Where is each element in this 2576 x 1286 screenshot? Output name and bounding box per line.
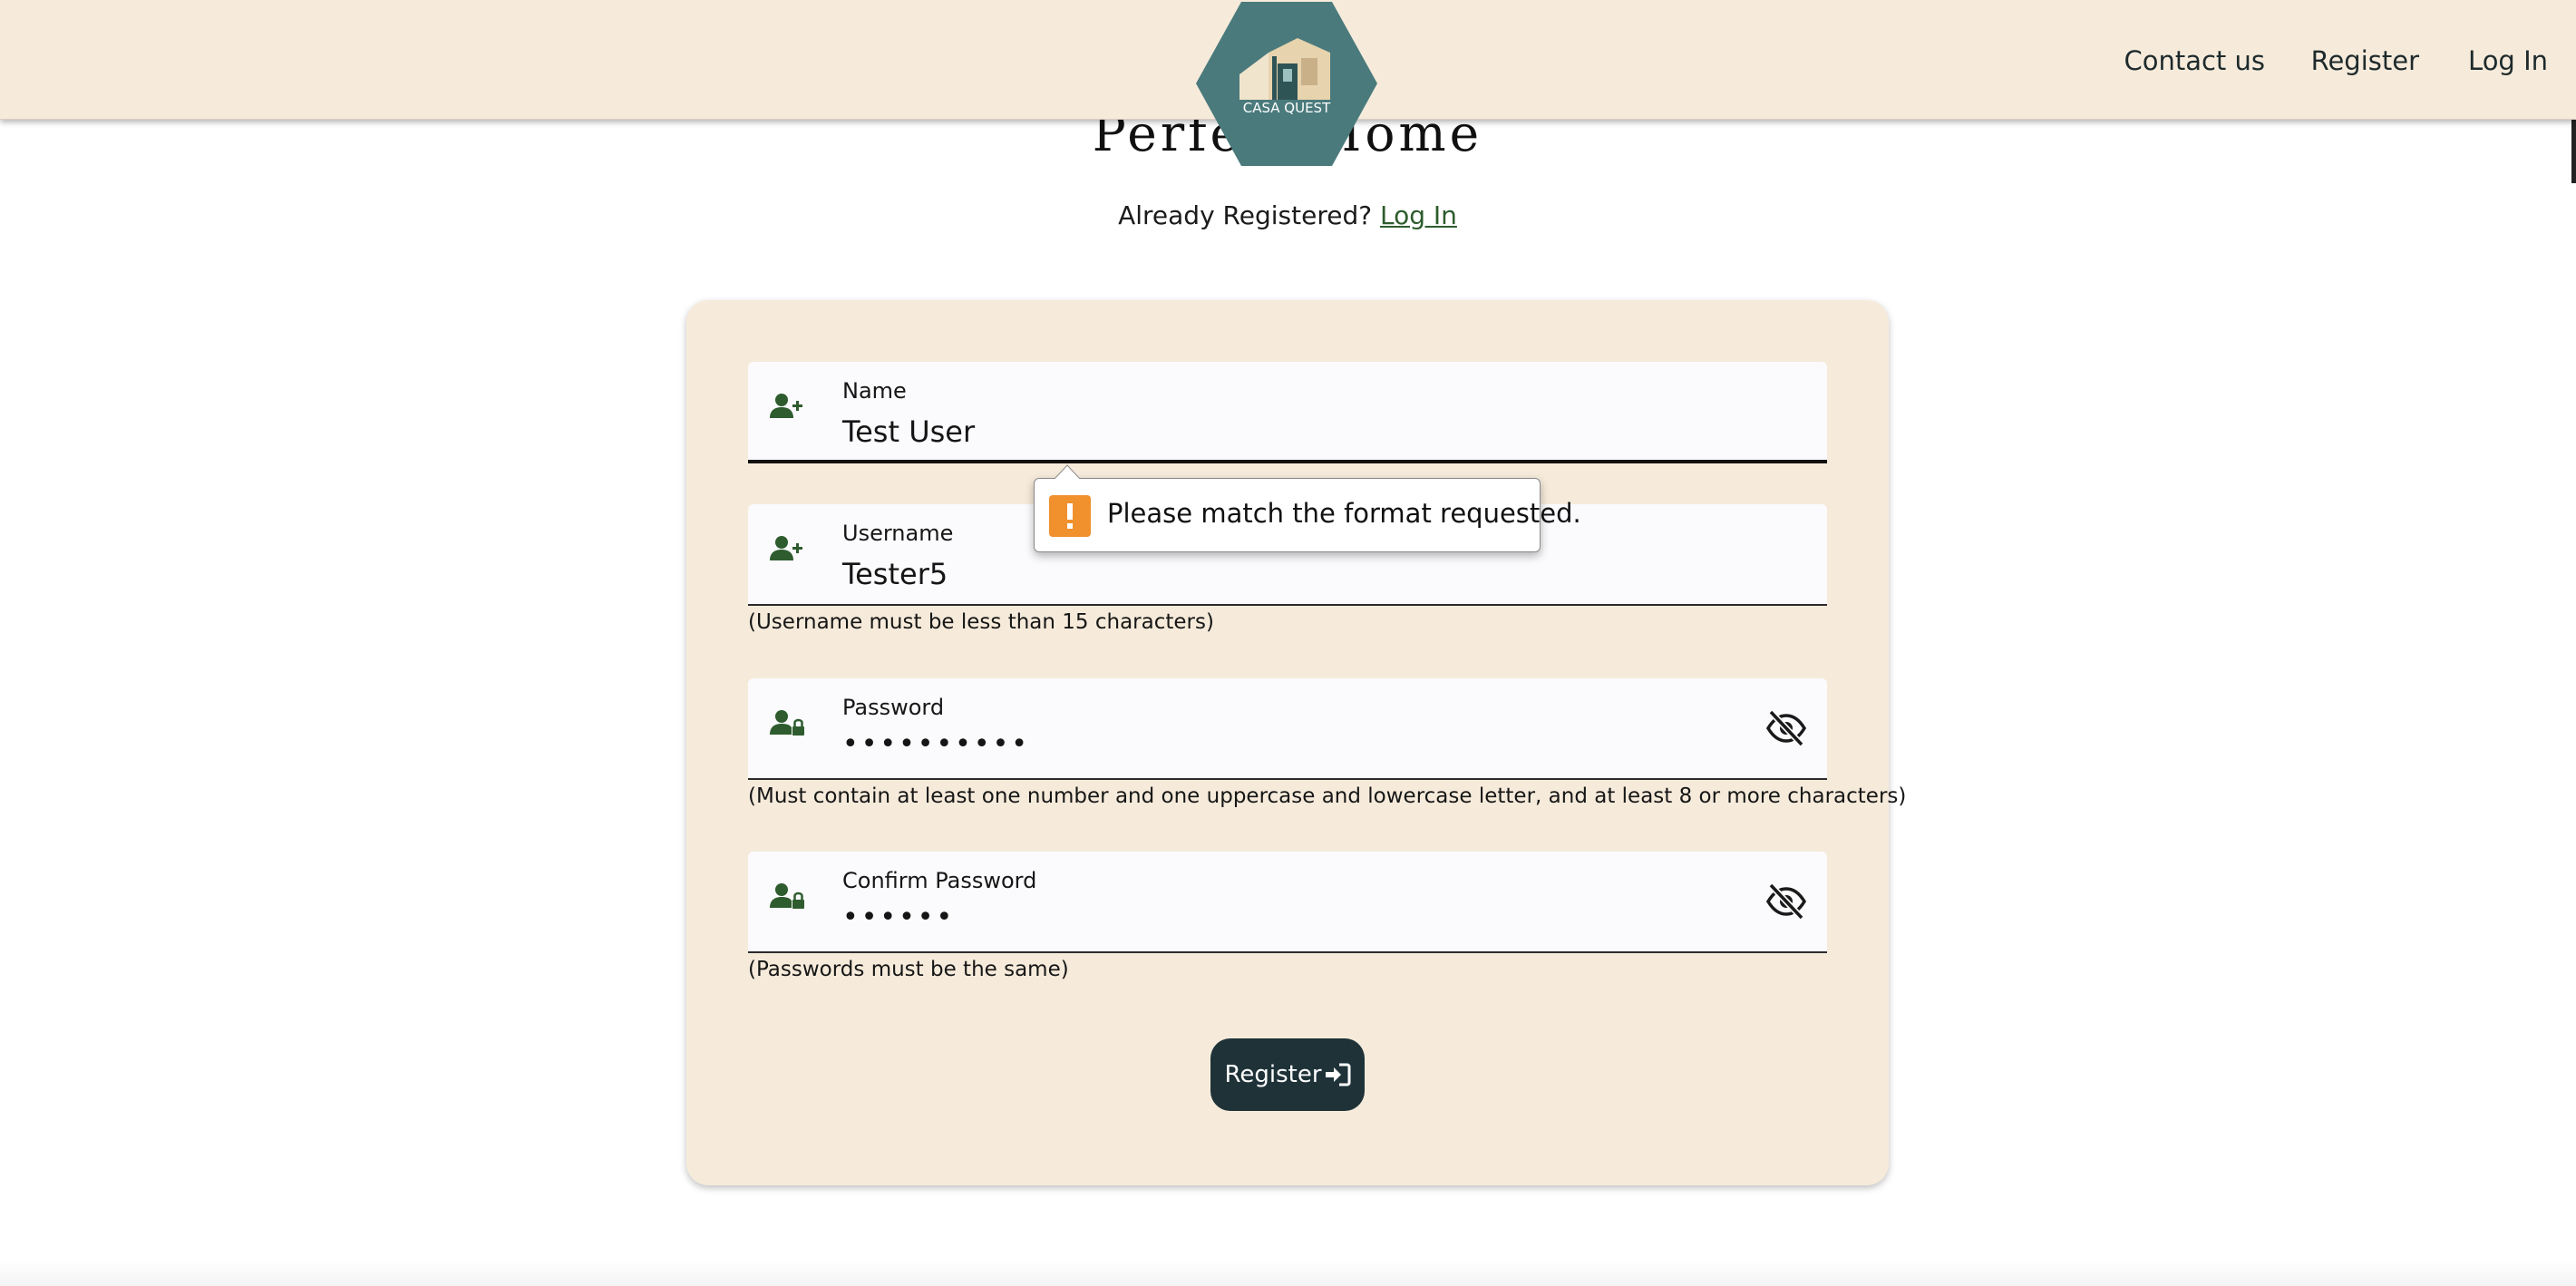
eye-slash-icon[interactable] <box>1765 882 1807 921</box>
user-plus-icon <box>770 394 802 418</box>
register-button[interactable]: Register <box>1210 1038 1365 1111</box>
confirm-password-helper: (Passwords must be the same) <box>748 958 1069 981</box>
name-field[interactable]: Name Test User <box>748 362 1827 463</box>
confirm-password-input[interactable]: •••••• <box>842 901 955 933</box>
register-button-label: Register <box>1224 1061 1322 1088</box>
confirm-password-label: Confirm Password <box>842 868 1037 893</box>
password-label: Password <box>842 695 945 720</box>
already-registered-text: Already Registered? <box>1118 200 1380 230</box>
password-field[interactable]: Password •••••••••• <box>748 678 1827 780</box>
nav-log-in[interactable]: Log In <box>2468 45 2548 76</box>
username-input[interactable]: Tester5 <box>842 557 948 591</box>
tooltip-arrow <box>1055 464 1080 479</box>
window-edge <box>2571 120 2576 183</box>
nav-contact-us[interactable]: Contact us <box>2124 45 2265 76</box>
warning-icon <box>1049 495 1091 537</box>
register-form-card: Name Test User Username Tester5 (Usernam… <box>686 300 1906 1185</box>
password-helper: (Must contain at least one number and on… <box>748 784 1907 808</box>
eye-slash-icon[interactable] <box>1765 708 1807 748</box>
username-label: Username <box>842 521 954 546</box>
user-plus-icon <box>770 536 802 560</box>
user-lock-icon <box>770 883 804 909</box>
logo-text: CASA QUEST <box>1243 100 1331 116</box>
already-registered: Already Registered? Log In <box>925 200 1650 230</box>
password-input[interactable]: •••••••••• <box>842 728 1030 760</box>
name-input[interactable]: Test User <box>842 414 975 449</box>
nav-register[interactable]: Register <box>2311 45 2419 76</box>
username-helper: (Username must be less than 15 character… <box>748 610 1214 634</box>
name-label: Name <box>842 378 907 404</box>
validation-message: Please match the format requested. <box>1107 498 1581 529</box>
user-lock-icon <box>770 710 804 736</box>
login-link[interactable]: Log In <box>1380 200 1457 230</box>
page-bottom-shade <box>0 1261 2576 1286</box>
casa-quest-logo[interactable]: CASA QUEST <box>1196 0 1377 168</box>
sign-in-icon <box>1325 1063 1351 1086</box>
logo-hexagon: CASA QUEST <box>1196 2 1377 166</box>
confirm-password-field[interactable]: Confirm Password •••••• <box>748 852 1827 953</box>
validation-tooltip: Please match the format requested. <box>1034 464 1581 552</box>
